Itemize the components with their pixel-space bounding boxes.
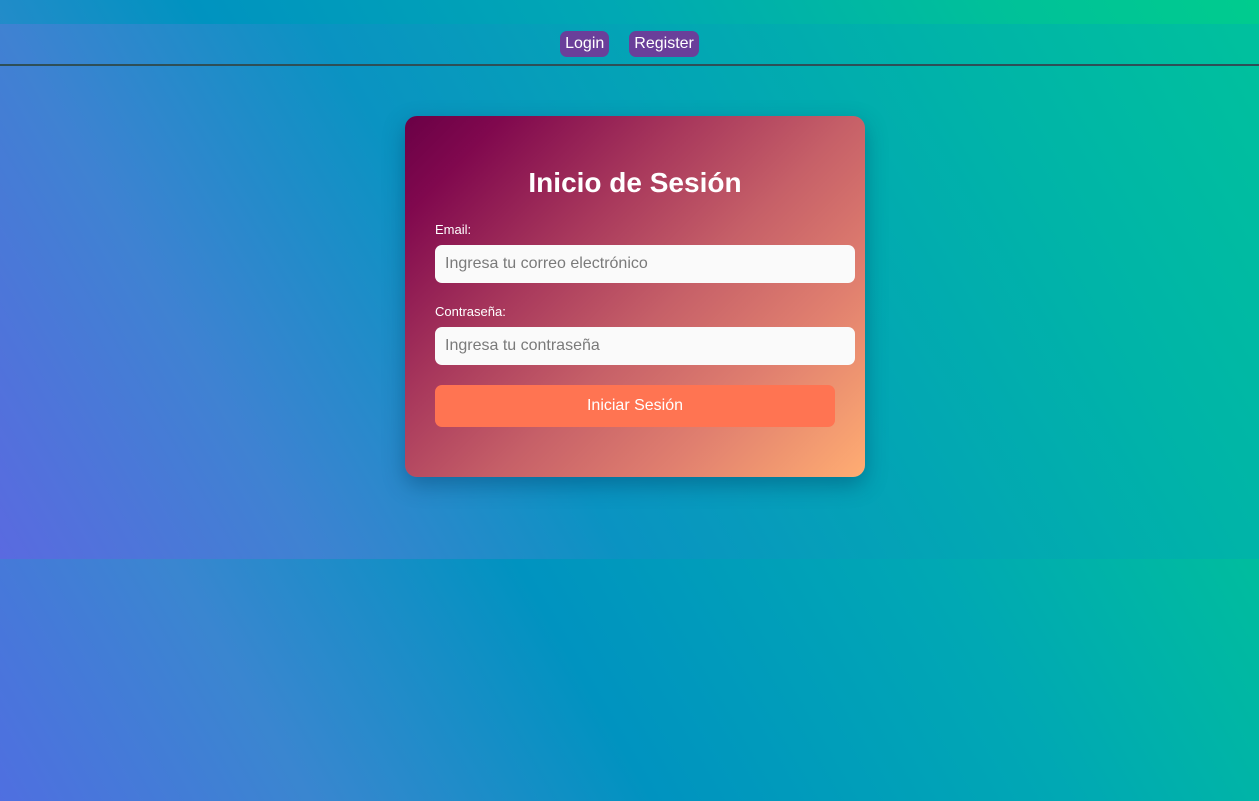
email-label: Email: [435, 222, 472, 237]
password-input[interactable] [435, 327, 855, 365]
email-input[interactable] [435, 245, 855, 283]
login-title: Inicio de Sesión [528, 167, 742, 198]
login-submit-button[interactable]: Iniciar Sesión [435, 385, 835, 427]
nav-register-link[interactable]: Register [629, 31, 699, 57]
password-label: Contraseña: [435, 304, 506, 319]
top-navbar: Login Register [0, 24, 1259, 66]
nav-login-link[interactable]: Login [560, 31, 610, 57]
login-card: Inicio de Sesión Email: Contraseña: Inic… [405, 116, 865, 477]
app-container: Login Register Inicio de Sesión Email: C… [0, 24, 1259, 559]
